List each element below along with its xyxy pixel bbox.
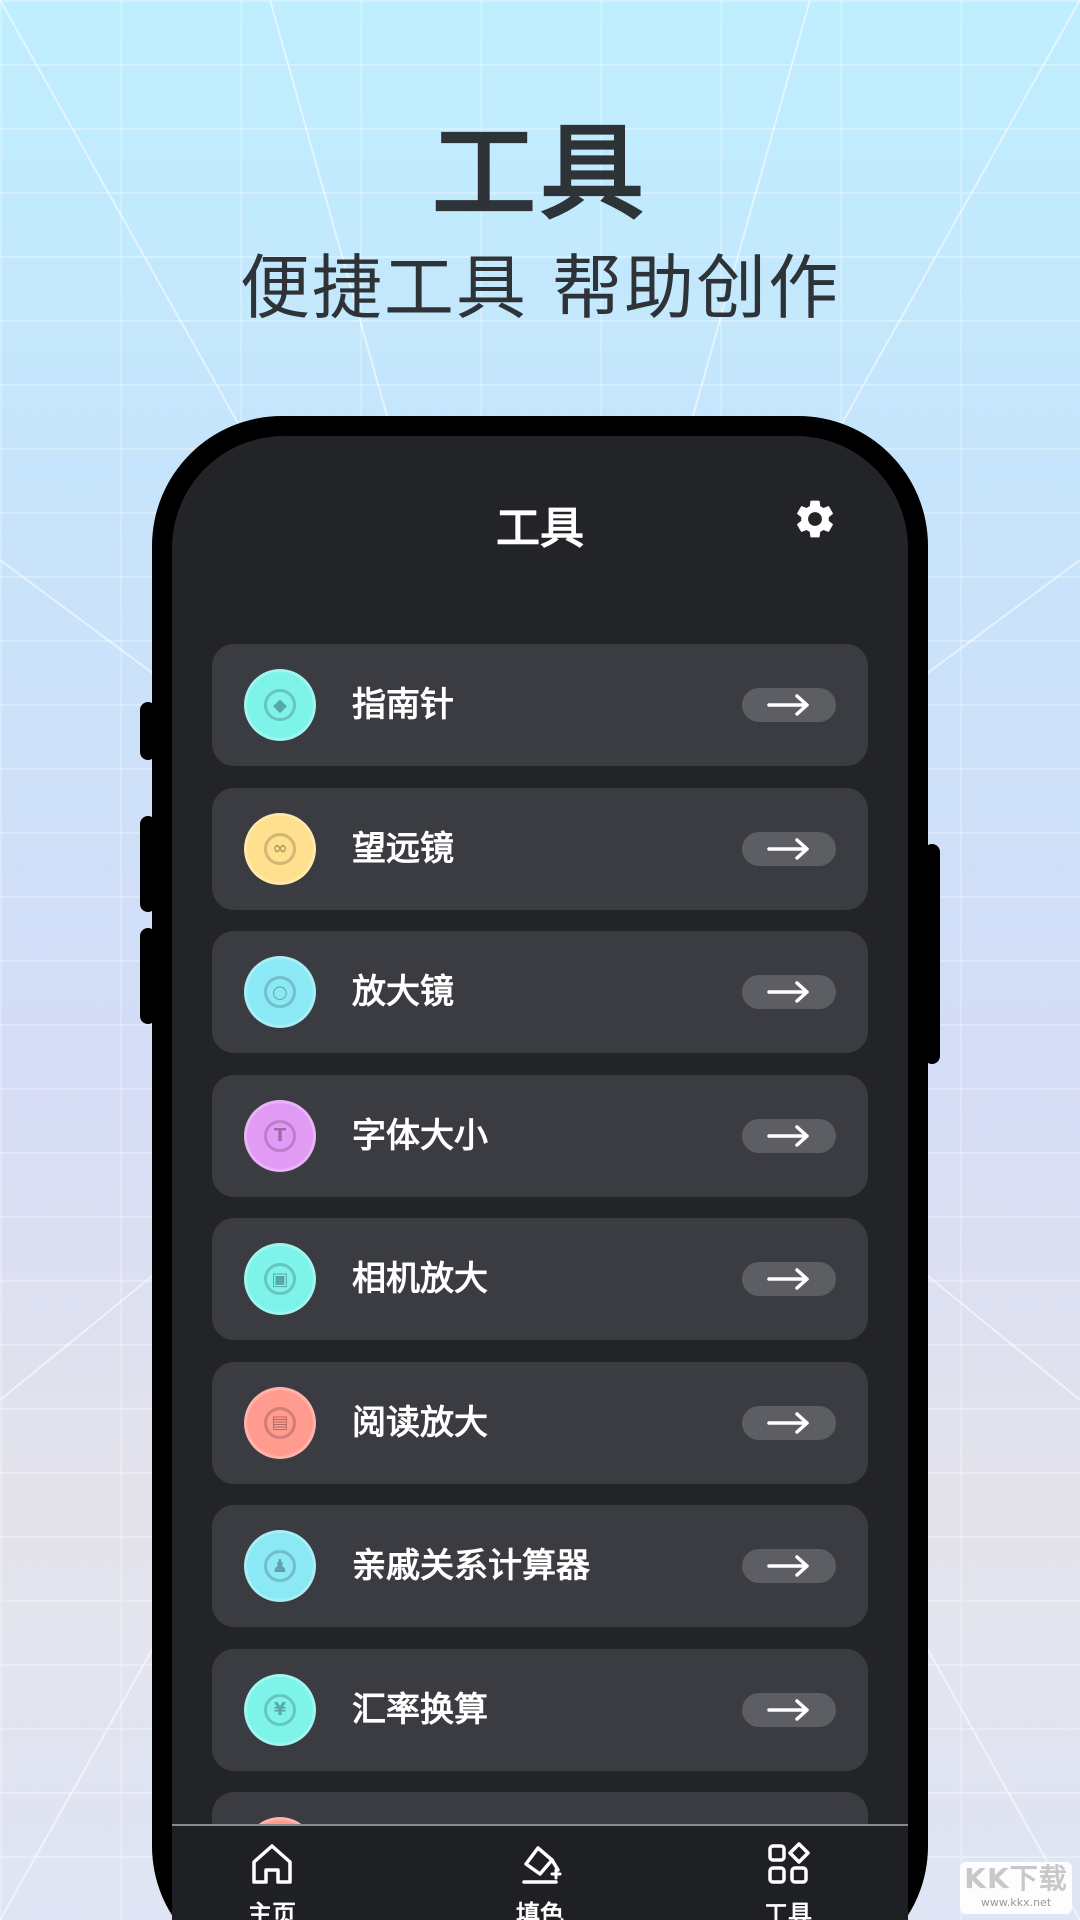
tool-label: 放大镜 bbox=[352, 972, 454, 1012]
tool-item-compass[interactable]: ◆ 指南针 bbox=[212, 644, 868, 766]
tab-tools-label: 工具 bbox=[764, 1900, 812, 1920]
arrow-right-icon[interactable] bbox=[742, 975, 836, 1009]
camera-icon: ▣ bbox=[244, 1243, 316, 1315]
watermark-logo: KK下载 www.kkx.net bbox=[960, 1862, 1072, 1914]
tool-item-telescope[interactable]: ∞ 望远镜 bbox=[212, 787, 868, 910]
app-screen: 工具 ◆ 指南针 ∞ 望远镜 ○ 放大镜 T 字体大小 ▣ 相机放大 ▤ 阅读放… bbox=[172, 436, 908, 1920]
phone-side-button bbox=[924, 844, 940, 1064]
phone-frame: 工具 ◆ 指南针 ∞ 望远镜 ○ 放大镜 T 字体大小 ▣ 相机放大 ▤ 阅读放… bbox=[140, 416, 940, 1920]
tool-item-reading-zoom[interactable]: ▤ 阅读放大 bbox=[212, 1361, 868, 1484]
binoculars-icon: ∞ bbox=[244, 812, 316, 885]
tool-label: 望远镜 bbox=[352, 828, 454, 869]
watermark-url: www.kkx.net bbox=[980, 1896, 1052, 1909]
tool-label: 字体大小 bbox=[352, 1115, 488, 1156]
watermark-text: KK下载 bbox=[964, 1862, 1068, 1895]
tool-list: ◆ 指南针 ∞ 望远镜 ○ 放大镜 T 字体大小 ▣ 相机放大 ▤ 阅读放大 ♟… bbox=[212, 644, 868, 1920]
home-icon bbox=[252, 1844, 292, 1884]
tab-fill[interactable]: 填色 bbox=[480, 1840, 600, 1920]
phone-side-button bbox=[140, 816, 156, 912]
tool-label: 亲戚关系计算器 bbox=[352, 1546, 590, 1586]
arrow-right-icon[interactable] bbox=[742, 1405, 836, 1440]
arrow-right-icon[interactable] bbox=[742, 831, 836, 866]
compass-icon: ◆ bbox=[244, 669, 316, 741]
magnifier-icon: ○ bbox=[244, 956, 316, 1028]
family-icon: ♟ bbox=[244, 1530, 316, 1602]
book-icon: ▤ bbox=[244, 1386, 316, 1459]
tool-label: 相机放大 bbox=[352, 1259, 488, 1299]
tool-item-relative-calculator[interactable]: ♟ 亲戚关系计算器 bbox=[212, 1505, 868, 1627]
tool-label: 阅读放大 bbox=[352, 1402, 488, 1443]
gear-icon[interactable] bbox=[792, 496, 838, 542]
tool-item-currency-converter[interactable]: ¥ 汇率换算 bbox=[212, 1648, 868, 1771]
phone-side-button bbox=[140, 702, 156, 760]
bottom-tab-bar: 主页 填色 工具 bbox=[172, 1824, 908, 1920]
arrow-right-icon[interactable] bbox=[742, 1118, 836, 1153]
hero-subtitle: 便捷工具 帮助创作 bbox=[239, 247, 841, 329]
tool-label: 指南针 bbox=[352, 685, 454, 725]
tab-tools[interactable]: 工具 bbox=[728, 1840, 848, 1920]
arrow-right-icon[interactable] bbox=[742, 688, 836, 722]
arrow-right-icon[interactable] bbox=[742, 1692, 836, 1727]
font-size-icon: T bbox=[244, 1099, 316, 1172]
tab-home[interactable]: 主页 bbox=[212, 1840, 332, 1920]
arrow-right-icon[interactable] bbox=[742, 1262, 836, 1296]
hero-title: 工具 bbox=[431, 112, 648, 234]
tool-item-magnifier[interactable]: ○ 放大镜 bbox=[212, 931, 868, 1053]
tool-item-camera-zoom[interactable]: ▣ 相机放大 bbox=[212, 1218, 868, 1340]
tool-item-font-size[interactable]: T 字体大小 bbox=[212, 1074, 868, 1197]
paint-bucket-icon bbox=[522, 1846, 562, 1884]
grid-apps-icon bbox=[768, 1842, 810, 1884]
tab-fill-label: 填色 bbox=[516, 1900, 564, 1920]
tool-label: 汇率换算 bbox=[352, 1689, 488, 1730]
tab-home-label: 主页 bbox=[248, 1900, 296, 1920]
phone-side-button bbox=[140, 928, 156, 1024]
currency-icon: ¥ bbox=[244, 1673, 316, 1746]
arrow-right-icon[interactable] bbox=[742, 1549, 836, 1583]
